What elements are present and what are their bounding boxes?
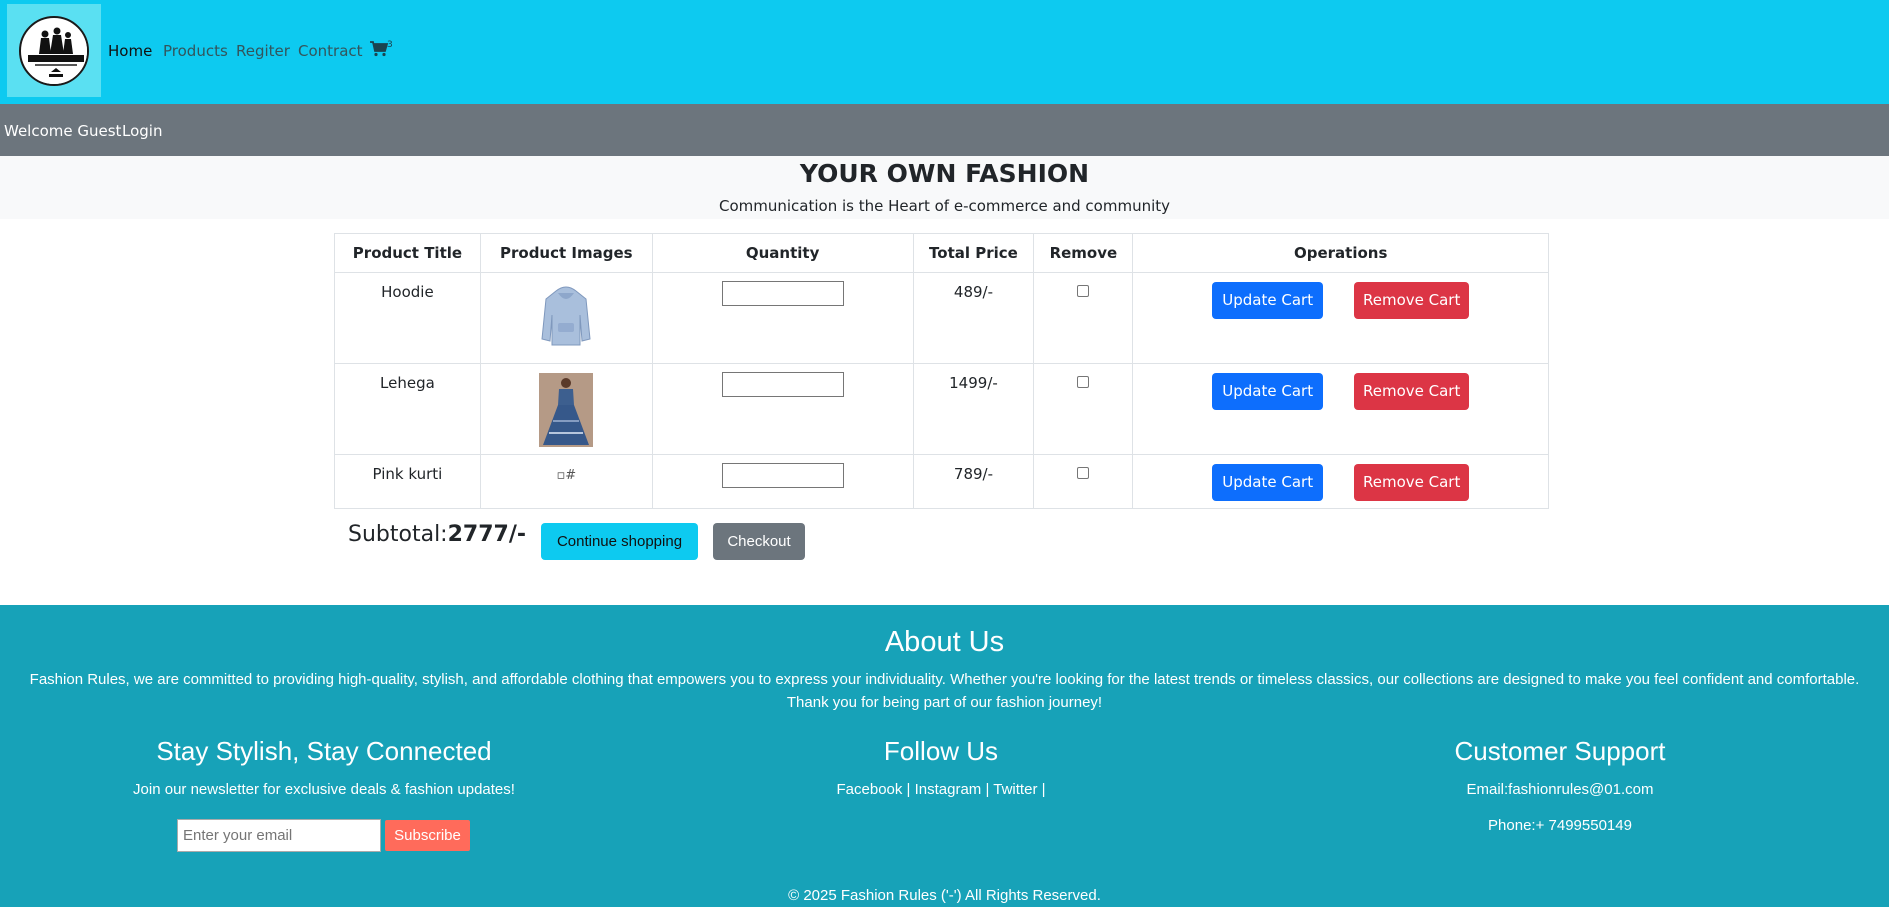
table-row: Hoodie 489/- Update Cart Remove Cart bbox=[334, 272, 1549, 364]
broken-image-icon: ▫# bbox=[556, 468, 577, 483]
remove-checkbox[interactable] bbox=[1077, 467, 1090, 479]
table-header-row: Product Title Product Images Quantity To… bbox=[334, 233, 1549, 273]
nav-contract[interactable]: Contract bbox=[298, 42, 363, 60]
newsletter-text: Join our newsletter for exclusive deals … bbox=[133, 781, 515, 798]
col-remove: Remove bbox=[1033, 233, 1134, 273]
operations-cell: Update Cart Remove Cart bbox=[1132, 272, 1549, 364]
email-input[interactable] bbox=[177, 819, 381, 852]
nav-register[interactable]: Regiter bbox=[236, 42, 290, 60]
remove-cell bbox=[1033, 363, 1134, 455]
remove-cart-button[interactable]: Remove Cart bbox=[1354, 282, 1470, 319]
newsletter-section: Stay Stylish, Stay Connected Join our ne… bbox=[124, 736, 524, 798]
product-image-cell bbox=[479, 272, 653, 364]
product-title: Lehega bbox=[334, 363, 481, 455]
support-email: Email:fashionrules@01.com bbox=[1466, 781, 1654, 798]
logo[interactable] bbox=[7, 4, 101, 97]
nav-home[interactable]: Home bbox=[108, 42, 152, 60]
follow-section: Follow Us Facebook | Instagram | Twitter… bbox=[741, 736, 1141, 798]
footer: About Us Fashion Rules, we are committed… bbox=[0, 605, 1889, 907]
update-cart-button[interactable]: Update Cart bbox=[1212, 373, 1324, 410]
col-quantity: Quantity bbox=[651, 233, 914, 273]
hoodie-image bbox=[541, 286, 591, 346]
table-row: Pink kurti ▫# 789/- Update Cart Remove Ca… bbox=[334, 454, 1549, 509]
follow-title: Follow Us bbox=[883, 736, 999, 766]
page-subtitle: Communication is the Heart of e-commerce… bbox=[718, 197, 1171, 215]
social-links[interactable]: Facebook | Instagram | Twitter | bbox=[741, 781, 1141, 798]
newsletter-title: Stay Stylish, Stay Connected bbox=[156, 736, 492, 766]
support-title: Customer Support bbox=[1454, 736, 1666, 766]
page-title: YOUR OWN FASHION bbox=[799, 159, 1090, 188]
total-price: 789/- bbox=[912, 454, 1035, 509]
subscribe-button[interactable]: Subscribe bbox=[385, 820, 470, 851]
about-title: About Us bbox=[884, 626, 1005, 658]
remove-cart-button[interactable]: Remove Cart bbox=[1354, 373, 1470, 410]
checkout-button[interactable]: Checkout bbox=[713, 523, 805, 560]
user-bar: Welcome Guest Login bbox=[0, 104, 1889, 156]
lehenga-image bbox=[539, 373, 594, 447]
nav-products[interactable]: Products bbox=[163, 42, 228, 60]
table-row: Lehega 1499/- Update Cart Remove Cart bbox=[334, 363, 1549, 455]
remove-cell bbox=[1033, 272, 1134, 364]
copyright: © 2025 Fashion Rules ('-') All Rights Re… bbox=[788, 887, 1101, 904]
about-text: Fashion Rules, we are committed to provi… bbox=[0, 668, 1889, 714]
cart-count-badge: 3 bbox=[387, 40, 393, 50]
quantity-cell bbox=[651, 454, 914, 509]
logo-image bbox=[19, 16, 89, 86]
quantity-cell bbox=[651, 363, 914, 455]
product-image-cell: ▫# bbox=[479, 454, 653, 509]
product-title: Pink kurti bbox=[334, 454, 481, 509]
update-cart-button[interactable]: Update Cart bbox=[1212, 282, 1324, 319]
cart-icon[interactable] bbox=[370, 41, 389, 61]
login-link[interactable]: Login bbox=[122, 122, 162, 140]
about-text-line-2: Thank you for being part of our fashion … bbox=[786, 694, 1103, 711]
support-section: Customer Support Email:fashionrules@01.c… bbox=[1360, 736, 1760, 834]
about-text-line-1: Fashion Rules, we are committed to provi… bbox=[29, 671, 1860, 688]
col-product-title: Product Title bbox=[334, 233, 481, 273]
remove-cell bbox=[1033, 454, 1134, 509]
cart-table: Product Title Product Images Quantity To… bbox=[334, 233, 1549, 509]
total-price: 489/- bbox=[912, 272, 1035, 364]
subtotal: Subtotal:2777/- bbox=[348, 522, 526, 547]
remove-checkbox[interactable] bbox=[1077, 285, 1090, 297]
product-title: Hoodie bbox=[334, 272, 481, 364]
top-navbar: Home Products Regiter Contract 3 bbox=[0, 0, 1889, 104]
support-phone: Phone:+ 7499550149 bbox=[1488, 817, 1632, 834]
subtotal-value: 2777/- bbox=[447, 522, 526, 547]
col-product-images: Product Images bbox=[479, 233, 653, 273]
remove-cart-button[interactable]: Remove Cart bbox=[1354, 464, 1470, 501]
broken-image-alt: # bbox=[565, 468, 577, 483]
operations-cell: Update Cart Remove Cart bbox=[1132, 454, 1549, 509]
quantity-cell bbox=[651, 272, 914, 364]
total-price: 1499/- bbox=[912, 363, 1035, 455]
quantity-input[interactable] bbox=[721, 463, 844, 488]
hero-section: YOUR OWN FASHION Communication is the He… bbox=[0, 156, 1889, 219]
continue-shopping-button[interactable]: Continue shopping bbox=[541, 523, 698, 560]
product-image-cell bbox=[479, 363, 653, 455]
operations-cell: Update Cart Remove Cart bbox=[1132, 363, 1549, 455]
quantity-input[interactable] bbox=[721, 281, 844, 306]
remove-checkbox[interactable] bbox=[1077, 376, 1090, 388]
newsletter-form: Subscribe bbox=[177, 819, 470, 852]
subtotal-label: Subtotal: bbox=[348, 522, 448, 547]
quantity-input[interactable] bbox=[721, 372, 844, 397]
update-cart-button[interactable]: Update Cart bbox=[1212, 464, 1324, 501]
col-total-price: Total Price bbox=[912, 233, 1035, 273]
welcome-text: Welcome Guest bbox=[4, 122, 122, 140]
col-operations: Operations bbox=[1132, 233, 1549, 273]
